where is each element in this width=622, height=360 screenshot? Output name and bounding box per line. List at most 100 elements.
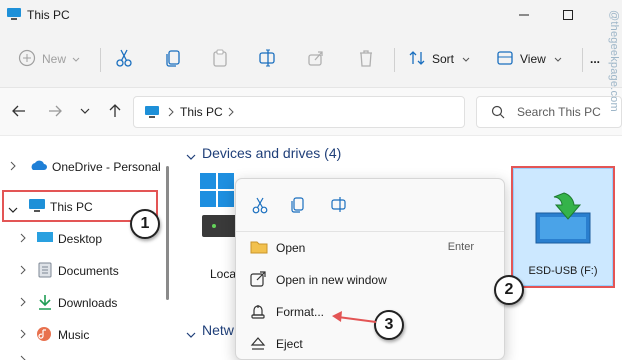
- sort-label: Sort: [432, 52, 455, 66]
- copy-icon: [289, 196, 307, 217]
- cloud-icon: [28, 158, 48, 175]
- search-placeholder: Search This PC: [517, 105, 601, 119]
- sidebar-item-onedrive[interactable]: OneDrive - Personal: [0, 152, 172, 180]
- format-icon: [250, 303, 266, 322]
- cut-button[interactable]: [114, 44, 134, 74]
- music-icon: [36, 326, 52, 345]
- context-menu-label: Eject: [276, 337, 303, 351]
- chevron-right-icon: [20, 264, 26, 278]
- context-menu: Open Enter Open in new window Format... …: [235, 178, 505, 360]
- separator: [582, 48, 583, 72]
- chevron-down-icon: [462, 52, 470, 66]
- context-menu-open[interactable]: Open Enter: [240, 234, 500, 262]
- scissors-icon: [251, 196, 269, 217]
- arrow-right-icon: [47, 103, 63, 122]
- nav-pane-scrollbar[interactable]: [166, 166, 169, 300]
- new-button[interactable]: New: [18, 44, 80, 74]
- chevron-right-icon: [168, 106, 174, 120]
- sort-icon: [408, 49, 426, 70]
- context-menu-label: Format...: [276, 305, 325, 319]
- view-button[interactable]: View: [496, 44, 562, 74]
- sidebar-item-documents[interactable]: Documents: [0, 256, 172, 284]
- rename-icon: [258, 48, 278, 71]
- chevron-right-icon: [20, 296, 26, 310]
- command-bar: New Sort View ...: [0, 30, 622, 88]
- sidebar-item-downloads[interactable]: Downloads: [0, 288, 172, 316]
- chevron-down-icon: [80, 105, 90, 119]
- more-label: ...: [590, 52, 601, 66]
- chevron-right-icon: [228, 106, 234, 120]
- sidebar-item-label: Desktop: [58, 232, 103, 246]
- download-arrow-icon: [38, 294, 52, 313]
- network-section-header[interactable]: Netw: [202, 322, 234, 338]
- arrow-up-icon: [107, 103, 123, 122]
- annotation-highlight-usb-drive: [511, 166, 615, 288]
- delete-button[interactable]: [356, 44, 376, 74]
- trash-icon: [356, 48, 376, 71]
- context-menu-format[interactable]: Format...: [240, 298, 500, 326]
- separator: [394, 48, 395, 72]
- chevron-right-icon: [10, 160, 16, 174]
- view-icon: [496, 49, 514, 70]
- arrow-left-icon: [11, 103, 27, 122]
- address-row: This PC Search This PC: [0, 88, 622, 136]
- context-copy-button[interactable]: [284, 193, 312, 219]
- title-bar: This PC: [0, 0, 622, 30]
- context-cut-button[interactable]: [246, 193, 274, 219]
- local-disk-label[interactable]: Loca: [210, 267, 236, 281]
- separator: [236, 231, 504, 232]
- view-label: View: [520, 52, 546, 66]
- context-rename-button[interactable]: [326, 193, 354, 219]
- clipboard-icon: [210, 48, 230, 71]
- sidebar-item-music[interactable]: Music: [0, 320, 172, 348]
- maximize-button[interactable]: [556, 4, 580, 26]
- folder-open-icon: [250, 239, 268, 258]
- forward-button[interactable]: [44, 101, 66, 123]
- paste-button[interactable]: [210, 44, 230, 74]
- chevron-right-icon: [20, 232, 26, 246]
- chevron-down-icon: [186, 149, 196, 163]
- step-2-badge: 2: [494, 275, 524, 305]
- chevron-down-icon: [554, 52, 562, 66]
- search-icon: [491, 105, 505, 122]
- step-3-badge: 3: [374, 310, 404, 340]
- rename-button[interactable]: [258, 44, 278, 74]
- share-button[interactable]: [306, 44, 326, 74]
- open-new-window-icon: [250, 271, 266, 290]
- context-menu-open-new-window[interactable]: Open in new window: [240, 266, 500, 294]
- context-menu-eject[interactable]: Eject: [240, 330, 500, 358]
- recent-locations-button[interactable]: [74, 101, 96, 123]
- rename-icon: [331, 196, 349, 217]
- context-menu-label: Open: [276, 241, 306, 255]
- documents-icon: [38, 262, 52, 281]
- scissors-icon: [114, 48, 134, 71]
- window-title: This PC: [27, 8, 70, 22]
- sidebar-item-label: OneDrive - Personal: [52, 160, 161, 174]
- plus-circle-icon: [18, 49, 36, 70]
- eject-icon: [250, 335, 266, 354]
- address-bar[interactable]: This PC: [133, 96, 465, 128]
- back-button[interactable]: [8, 101, 30, 123]
- separator: [100, 48, 101, 72]
- breadcrumb-this-pc[interactable]: This PC: [180, 105, 223, 119]
- devices-section-header[interactable]: Devices and drives (4): [202, 145, 341, 161]
- context-menu-shortcut: Enter: [447, 241, 474, 253]
- chevron-right-icon: [20, 352, 26, 360]
- sidebar-item-label: Documents: [58, 264, 119, 278]
- chevron-down-icon: [72, 52, 80, 66]
- up-button[interactable]: [104, 101, 126, 123]
- desktop-icon: [36, 230, 54, 247]
- watermark: @thegeekpage.com: [608, 10, 620, 112]
- windows-logo-icon: [200, 173, 234, 210]
- navigation-pane: OneDrive - Personal This PC Desktop Docu…: [0, 137, 172, 360]
- chevron-down-icon: [186, 327, 196, 341]
- this-pc-icon: [6, 7, 22, 24]
- sidebar-item-label: Music: [58, 328, 90, 342]
- sidebar-item-label: Downloads: [58, 296, 118, 310]
- share-icon: [306, 48, 326, 71]
- more-options-button[interactable]: ...: [590, 44, 600, 74]
- this-pc-icon: [144, 105, 160, 122]
- sort-button[interactable]: Sort: [408, 44, 470, 74]
- minimize-button[interactable]: [512, 4, 536, 26]
- copy-button[interactable]: [163, 44, 183, 74]
